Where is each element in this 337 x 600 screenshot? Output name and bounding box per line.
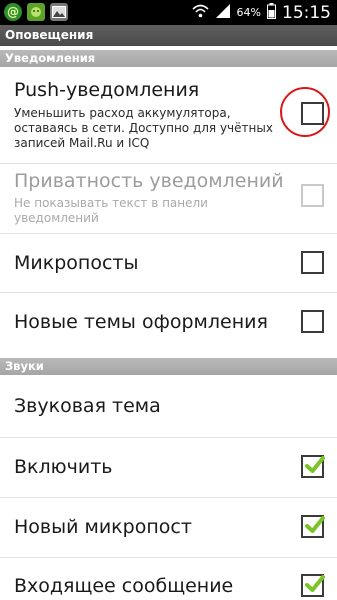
wifi-icon [192,3,209,22]
battery-percent: 64% [236,6,261,19]
setting-enable-sounds[interactable]: Включить [0,438,337,498]
status-right: 64% 15:15 [192,0,331,25]
page-title: Оповещения [0,25,337,46]
status-bar: @ 64% 15:15 [0,0,337,25]
setting-title: Новые темы оформления [14,311,268,333]
setting-new-themes[interactable]: Новые темы оформления [0,293,337,352]
enable-sounds-checkbox[interactable] [301,455,325,478]
incoming-message-checkbox[interactable] [301,574,325,597]
setting-microposts[interactable]: Микропосты [0,234,337,293]
checkmark-icon [305,456,325,473]
mail-ru-agent-icon: @ [4,3,22,21]
new-themes-checkbox[interactable] [301,310,324,333]
signal-icon [215,3,231,22]
setting-notification-privacy: Приватность уведомлений Не показывать те… [0,164,337,234]
setting-title: Микропосты [14,252,139,274]
highlight-circle [280,87,330,137]
battery-icon [267,2,276,23]
setting-title: Включить [14,456,113,478]
setting-sound-theme[interactable]: Звуковая тема [0,375,337,438]
notification-privacy-checkbox [301,184,324,207]
section-header-notifications: Уведомления [0,50,337,67]
setting-title: Приватность уведомлений [14,170,284,192]
setting-title: Входящее сообщение [14,575,234,597]
setting-incoming-message-sound[interactable]: Входящее сообщение [0,558,337,600]
setting-title: Новый микропост [14,516,192,538]
setting-title: Push-уведомления [14,79,200,101]
android-icon [27,3,45,21]
notification-icons: @ [4,3,68,21]
clock: 15:15 [282,2,331,23]
microposts-checkbox[interactable] [301,251,324,274]
setting-description: Не показывать текст в панели уведомлений [14,196,208,225]
checkmark-icon [305,516,325,533]
section-header-sounds: Звуки [0,358,337,375]
setting-new-micropost-sound[interactable]: Новый микропост [0,498,337,558]
new-micropost-checkbox[interactable] [301,515,325,538]
setting-description: Уменьшить расход аккумулятора, оставаясь… [14,106,273,150]
checkmark-icon [305,575,325,592]
image-icon [50,3,68,21]
setting-title: Звуковая тема [14,395,161,417]
